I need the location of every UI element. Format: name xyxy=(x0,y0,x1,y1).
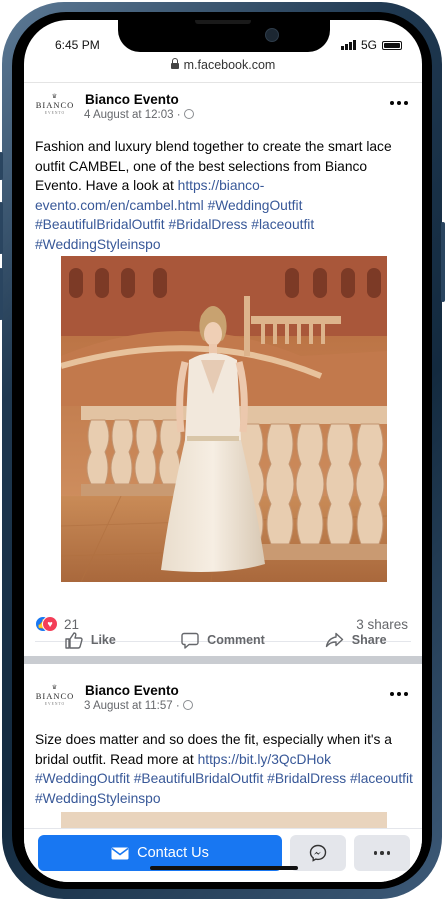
messenger-button[interactable] xyxy=(290,835,346,871)
post-separator xyxy=(24,656,422,664)
hashtag[interactable]: #BridalDress xyxy=(168,217,247,232)
messenger-icon xyxy=(309,844,327,862)
share-button[interactable]: Share xyxy=(289,627,422,653)
like-icon xyxy=(65,631,83,649)
url-text: m.facebook.com xyxy=(183,58,276,72)
comment-button[interactable]: Comment xyxy=(157,627,290,653)
comment-icon xyxy=(181,632,199,649)
mute-switch xyxy=(0,152,3,180)
hashtag[interactable]: #laceoutfit xyxy=(251,217,314,232)
lock-icon xyxy=(170,58,179,69)
timestamp-text: 4 August at 12:03 · xyxy=(84,109,181,121)
globe-icon xyxy=(183,109,194,119)
logo-subtext: EVENTO xyxy=(44,111,66,115)
bottom-action-bar: Contact Us xyxy=(24,828,422,882)
page-avatar[interactable]: ♛ BIANCO EVENTO xyxy=(34,685,76,709)
bridal-photo-illustration xyxy=(61,256,387,582)
post-timestamp[interactable]: 3 August at 11:57 · xyxy=(84,700,193,712)
speaker-grille xyxy=(195,20,251,24)
home-indicator[interactable] xyxy=(150,866,298,870)
hashtag[interactable]: #BeautifulBridalOutfit xyxy=(134,771,264,786)
globe-icon xyxy=(182,700,193,710)
post-text: Size does matter and so does the fit, es… xyxy=(35,730,415,808)
comment-label: Comment xyxy=(207,633,265,647)
logo-text: BIANCO xyxy=(35,691,75,701)
hashtag[interactable]: #BeautifulBridalOutfit xyxy=(35,217,165,232)
page-name[interactable]: Bianco Evento xyxy=(85,683,179,698)
post-timestamp[interactable]: 4 August at 12:03 · xyxy=(84,109,194,121)
post-photo[interactable] xyxy=(61,256,387,582)
like-label: Like xyxy=(90,633,116,647)
hashtag[interactable]: #laceoutfit xyxy=(350,771,413,786)
hashtag[interactable]: #BridalDress xyxy=(267,771,346,786)
hashtag[interactable]: #WeddingOutfit xyxy=(208,198,303,213)
address-bar[interactable]: m.facebook.com xyxy=(24,58,422,72)
contact-us-label: Contact Us xyxy=(137,845,209,861)
screen: 6:45 PM 5G m.facebook.com ♛ BIANCO EVENT… xyxy=(24,20,422,882)
timestamp-text: 3 August at 11:57 · xyxy=(84,700,180,712)
signal-icon xyxy=(340,40,356,50)
share-icon xyxy=(325,632,343,647)
network-label: 5G xyxy=(360,38,377,52)
power-button xyxy=(441,222,445,302)
like-button[interactable]: Like xyxy=(24,627,157,653)
address-divider xyxy=(24,82,422,83)
post-action-bar: Like Comment Share xyxy=(24,627,422,653)
notch xyxy=(118,20,330,52)
hashtag[interactable]: #WeddingStyleinspo xyxy=(35,237,161,252)
post-text: Fashion and luxury blend together to cre… xyxy=(35,137,415,254)
more-options-icon[interactable] xyxy=(390,692,408,696)
volume-up-button xyxy=(0,202,3,254)
more-options-icon[interactable] xyxy=(390,101,408,105)
front-camera xyxy=(265,28,279,42)
mail-icon xyxy=(111,847,129,859)
share-label: Share xyxy=(351,633,387,647)
logo-text: BIANCO xyxy=(35,100,75,110)
post-link[interactable]: https://bit.ly/3QcDHok xyxy=(198,752,331,767)
page-avatar[interactable]: ♛ BIANCO EVENTO xyxy=(34,94,76,118)
status-time: 6:45 PM xyxy=(55,38,100,52)
hashtag[interactable]: #WeddingStyleinspo xyxy=(35,791,161,806)
volume-down-button xyxy=(0,268,3,320)
page-name[interactable]: Bianco Evento xyxy=(85,92,179,107)
hashtag[interactable]: #WeddingOutfit xyxy=(35,771,130,786)
logo-subtext: EVENTO xyxy=(44,702,66,706)
more-button[interactable] xyxy=(354,835,410,871)
status-indicators: 5G xyxy=(340,38,402,52)
battery-icon xyxy=(382,40,402,50)
